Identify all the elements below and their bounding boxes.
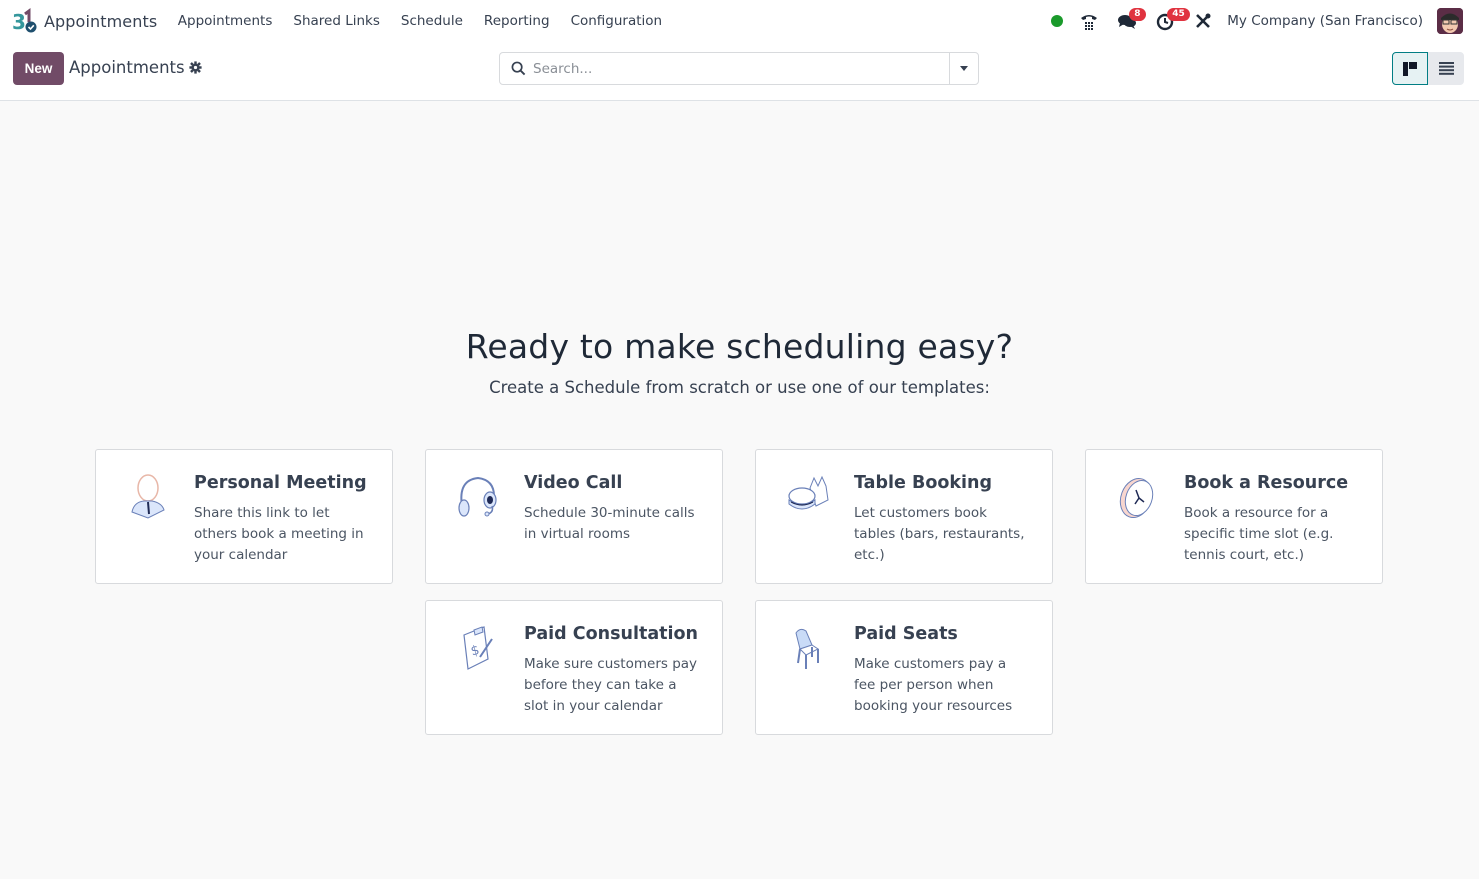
- gear-icon[interactable]: [189, 61, 202, 74]
- caret-down-icon: [960, 66, 968, 71]
- template-description: Let customers book tables (bars, restaur…: [854, 505, 1025, 563]
- new-button[interactable]: New: [13, 52, 64, 85]
- template-card-video-call[interactable]: Video Call Schedule 30-minute calls in v…: [425, 449, 723, 584]
- list-view-button[interactable]: [1428, 52, 1464, 85]
- activities-button[interactable]: 45: [1155, 0, 1193, 42]
- online-status-icon: [1051, 15, 1064, 27]
- tools-icon: [1196, 13, 1211, 28]
- phone-icon: [1081, 15, 1098, 30]
- svg-text:3: 3: [12, 10, 26, 34]
- company-switcher[interactable]: My Company (San Francisco): [1227, 13, 1423, 29]
- messages-count-badge: 8: [1129, 8, 1146, 21]
- debug-tools-button[interactable]: [1193, 0, 1225, 42]
- search-icon: [511, 61, 526, 76]
- template-title: Personal Meeting: [194, 473, 367, 493]
- appointments-logo-icon: 3: [12, 8, 37, 34]
- control-panel: New Appointments: [0, 42, 1479, 101]
- activities-count-badge: 45: [1167, 8, 1190, 21]
- main-menu: Appointments Shared Links Schedule Repor…: [167, 0, 672, 42]
- template-card-personal-meeting[interactable]: Personal Meeting Share this link to let …: [95, 449, 393, 584]
- template-title: Paid Seats: [854, 624, 958, 644]
- app-brand[interactable]: 3 Appointments: [12, 0, 157, 42]
- menu-item-schedule[interactable]: Schedule: [390, 0, 473, 42]
- clipboard-dollar-icon: $: [463, 626, 493, 670]
- helper-title: Ready to make scheduling easy?: [465, 327, 1014, 366]
- burger-fries-icon: [788, 475, 829, 510]
- template-description: Schedule 30-minute calls in virtual room…: [524, 505, 695, 542]
- template-description: Book a resource for a specific time slot…: [1184, 505, 1334, 563]
- kanban-view-button[interactable]: [1392, 52, 1428, 85]
- template-title: Video Call: [524, 473, 623, 493]
- template-title: Book a Resource: [1184, 473, 1349, 493]
- template-card-paid-seats[interactable]: Paid Seats Make customers pay a fee per …: [755, 600, 1053, 735]
- menu-item-configuration[interactable]: Configuration: [560, 0, 673, 42]
- template-card-book-resource[interactable]: Book a Resource Book a resource for a sp…: [1085, 449, 1383, 584]
- helper-subtitle: Create a Schedule from scratch or use on…: [489, 378, 990, 397]
- chair-icon: [795, 628, 819, 669]
- menu-item-appointments[interactable]: Appointments: [167, 0, 283, 42]
- app-name: Appointments: [44, 11, 158, 31]
- menu-item-shared-links[interactable]: Shared Links: [283, 0, 391, 42]
- page-title: Appointments: [69, 58, 185, 77]
- template-card-paid-consultation[interactable]: $ Paid Consultation Make sure customers …: [425, 600, 723, 735]
- user-avatar-icon: [1437, 8, 1463, 34]
- template-description: Make sure customers pay before they can …: [524, 656, 698, 714]
- messages-button[interactable]: 8: [1117, 0, 1155, 42]
- breadcrumb: Appointments: [69, 58, 202, 77]
- template-title: Table Booking: [854, 473, 992, 493]
- headset-icon: [458, 476, 497, 517]
- list-icon: [1438, 62, 1454, 75]
- person-icon: [131, 474, 165, 519]
- onboarding-helper: Ready to make scheduling easy? Create a …: [0, 102, 1479, 879]
- presence-status[interactable]: [1051, 0, 1079, 42]
- search-options-toggle[interactable]: [949, 53, 978, 84]
- template-card-table-booking[interactable]: Table Booking Let customers book tables …: [755, 449, 1053, 584]
- systray: 8 45 My Company (San Francisco): [1051, 0, 1479, 42]
- view-switcher: [1392, 52, 1464, 85]
- phone-button[interactable]: [1079, 0, 1117, 42]
- template-description: Share this link to let others book a mee…: [194, 505, 364, 563]
- top-navbar: 3 Appointments Appointments Shared Links…: [0, 0, 1479, 42]
- template-description: Make customers pay a fee per person when…: [854, 656, 1013, 714]
- clock-icon: [1119, 478, 1154, 518]
- kanban-icon: [1403, 61, 1417, 76]
- search-bar: [499, 52, 979, 85]
- search-input[interactable]: [533, 60, 949, 77]
- user-avatar[interactable]: [1437, 8, 1463, 34]
- menu-item-reporting[interactable]: Reporting: [473, 0, 560, 42]
- template-title: Paid Consultation: [524, 624, 699, 644]
